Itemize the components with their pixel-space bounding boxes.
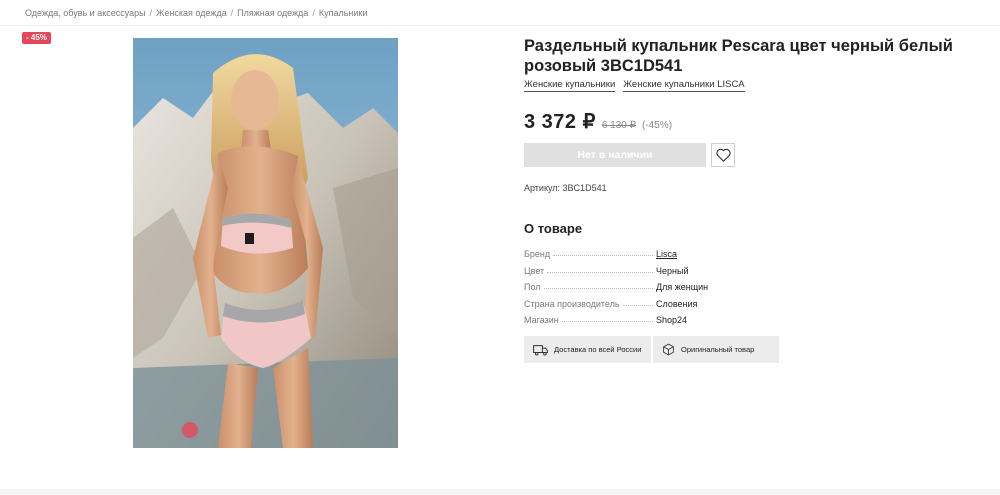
- heart-icon: [715, 148, 731, 162]
- spec-label: Бренд: [524, 249, 551, 260]
- tag-womens-swimsuits[interactable]: Женские купальники: [524, 79, 616, 92]
- spec-table: Бренд Lisca Цвет Черный Пол Для женщин С…: [524, 243, 734, 325]
- truck-icon: [533, 344, 548, 355]
- spec-label: Страна производитель: [524, 298, 620, 309]
- breadcrumb-link-clothing[interactable]: Одежда, обувь и аксессуары: [25, 8, 146, 18]
- current-price: 3 372 ₽: [524, 111, 596, 133]
- header-divider: [0, 25, 1000, 26]
- spec-row-gender: Пол Для женщин: [524, 276, 734, 292]
- wishlist-button[interactable]: [711, 143, 735, 167]
- box-icon: [663, 343, 674, 356]
- spec-value: Shop24: [656, 314, 688, 325]
- shop24-logo-mark: [182, 422, 198, 438]
- spec-leader: [547, 271, 653, 273]
- breadcrumb-separator: /: [312, 8, 315, 18]
- brand-link[interactable]: Lisca: [656, 249, 734, 259]
- breadcrumb-link-swimsuits[interactable]: Купальники: [319, 8, 368, 18]
- spec-row-country: Страна производитель Словения: [524, 292, 734, 309]
- product-tags: Женские купальники Женские купальники LI…: [524, 79, 745, 92]
- product-image[interactable]: [133, 38, 398, 448]
- spec-label: Цвет: [524, 265, 545, 276]
- discount-percent: (-45%): [642, 120, 673, 131]
- out-of-stock-button[interactable]: Нет в наличии: [524, 143, 706, 167]
- about-title: О товаре: [524, 221, 583, 236]
- spec-row-store: Магазин Shop24: [524, 309, 734, 325]
- price-block: 3 372 ₽ 6 130 ₽ (-45%): [524, 109, 672, 134]
- breadcrumb-separator: /: [230, 8, 234, 18]
- breadcrumb-link-womens[interactable]: Женская одежда: [156, 8, 226, 18]
- spec-label: Пол: [524, 282, 541, 293]
- features: Доставка по всей России Оригинальный тов…: [524, 336, 779, 363]
- discount-badge: - 45%: [22, 32, 51, 44]
- spec-row-color: Цвет Черный: [524, 259, 734, 276]
- feature-original[interactable]: Оригинальный товар: [653, 336, 779, 363]
- spec-row-brand: Бренд Lisca: [524, 243, 734, 259]
- tag-womens-swimsuits-lisca[interactable]: Женские купальники LISCA: [623, 79, 745, 92]
- breadcrumb-separator: /: [149, 8, 153, 18]
- spec-leader: [543, 288, 653, 290]
- footer-strip: [0, 489, 1000, 495]
- feature-delivery-label: Доставка по всей России: [554, 345, 642, 354]
- old-price: 6 130 ₽: [601, 120, 637, 131]
- feature-original-label: Оригинальный товар: [681, 345, 755, 354]
- spec-leader: [561, 320, 653, 322]
- spec-label: Магазин: [524, 314, 559, 325]
- spec-leader: [622, 304, 653, 306]
- spec-leader: [553, 255, 653, 257]
- spec-value: Черный: [656, 265, 689, 276]
- breadcrumb: Одежда, обувь и аксессуары / Женская оде…: [25, 8, 367, 18]
- feature-delivery[interactable]: Доставка по всей России: [524, 336, 651, 363]
- breadcrumb-link-beachwear[interactable]: Пляжная одежда: [237, 8, 308, 18]
- product-title: Раздельный купальник Pescara цвет черный…: [524, 37, 953, 75]
- spec-value: Словения: [656, 298, 698, 309]
- spec-value: Для женщин: [656, 282, 709, 293]
- product-photo-illustration: [133, 54, 398, 448]
- sku: Артикул: 3BC1D541: [524, 183, 607, 193]
